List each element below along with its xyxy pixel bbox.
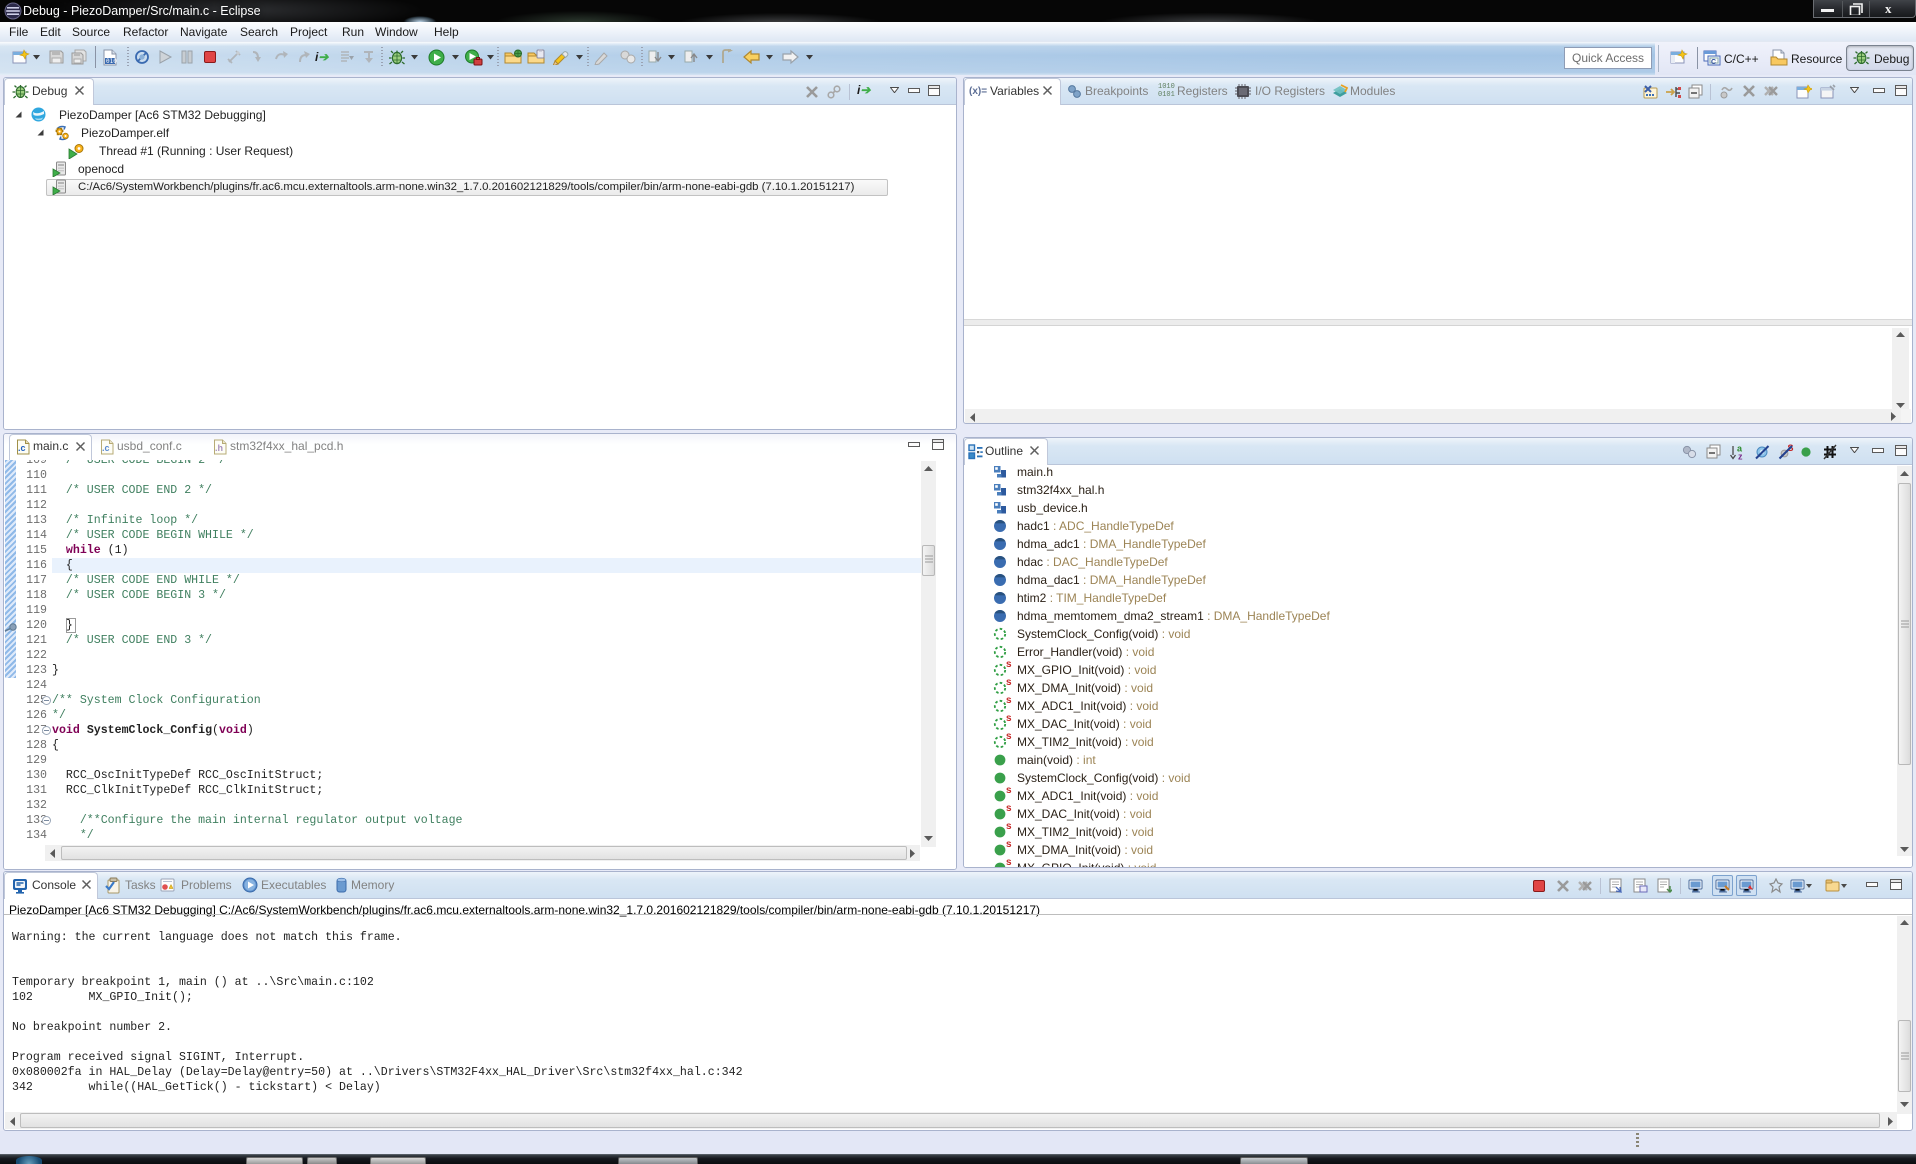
svg-text:z: z (1738, 452, 1743, 461)
svg-text:.c: .c (102, 443, 110, 453)
svg-text:010: 010 (106, 58, 117, 65)
svg-text:.h: .h (215, 443, 223, 453)
svg-text:C: C (1711, 59, 1716, 66)
svg-text:.c: .c (18, 443, 26, 453)
